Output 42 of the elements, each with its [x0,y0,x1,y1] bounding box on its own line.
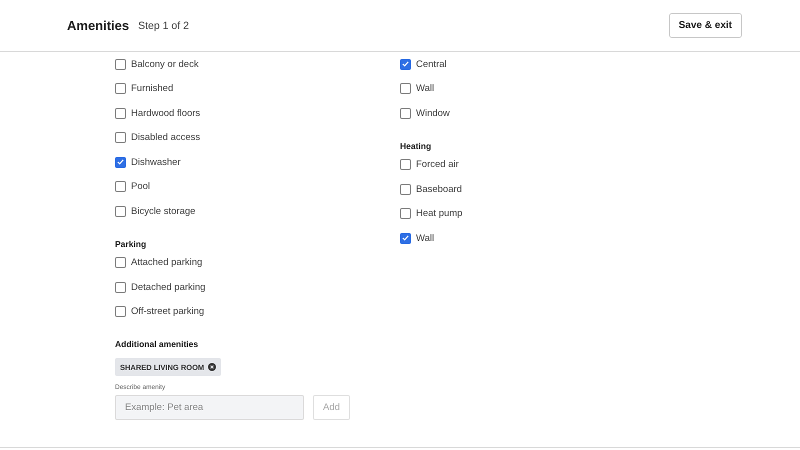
checkbox-label[interactable]: Dishwasher [131,156,181,168]
section-heading: Heating [400,140,432,152]
checkbox[interactable] [400,108,411,119]
checkbox[interactable] [115,257,126,268]
checkbox-label[interactable]: Balcony or deck [131,58,199,70]
page-title: Amenities [67,18,130,33]
checkbox-label[interactable]: Window [416,108,450,119]
section-heading: Parking [115,238,148,250]
checkbox[interactable] [400,232,411,244]
step-indicator: Step 1 of 2 [138,20,189,32]
checkbox-label[interactable]: Pool [131,181,150,192]
checkbox-label[interactable]: Disabled access [131,132,200,144]
checkbox-label[interactable]: Heat pump [416,208,462,220]
checkbox[interactable] [115,206,126,217]
checkbox-label[interactable]: Attached parking [131,257,202,268]
checkbox-label[interactable]: Wall [416,232,434,244]
amenity-input[interactable]: Example: Pet area [115,395,304,420]
checkbox-label[interactable]: Baseboard [416,184,462,195]
checkbox[interactable] [115,306,126,318]
section-heading: Additional amenities [115,338,200,351]
checkbox-label[interactable]: Hardwood floors [131,108,200,119]
checkbox-label[interactable]: Furnished [131,83,174,94]
checkbox[interactable] [400,58,411,70]
checkbox-label[interactable]: Forced air [416,159,459,170]
checkbox[interactable] [400,208,411,220]
checkbox[interactable] [400,83,411,94]
checkbox-label[interactable]: Detached parking [131,282,206,293]
checkbox-label[interactable]: Central [416,58,447,70]
checkbox[interactable] [115,282,126,293]
checkbox-label[interactable]: Wall [416,83,434,94]
checkbox-label[interactable]: Bicycle storage [131,206,196,217]
checkbox[interactable] [400,184,411,195]
checkbox[interactable] [115,58,126,70]
checkbox[interactable] [115,108,126,119]
checkbox[interactable] [115,83,126,94]
checkbox-label[interactable]: Off-street parking [131,306,204,318]
checkbox[interactable] [115,156,126,168]
save-exit-button[interactable]: Save & exit [668,13,742,38]
checkbox[interactable] [115,132,126,144]
remove-icon[interactable] [208,363,216,371]
checkbox[interactable] [115,181,126,192]
checkbox[interactable] [400,159,411,170]
